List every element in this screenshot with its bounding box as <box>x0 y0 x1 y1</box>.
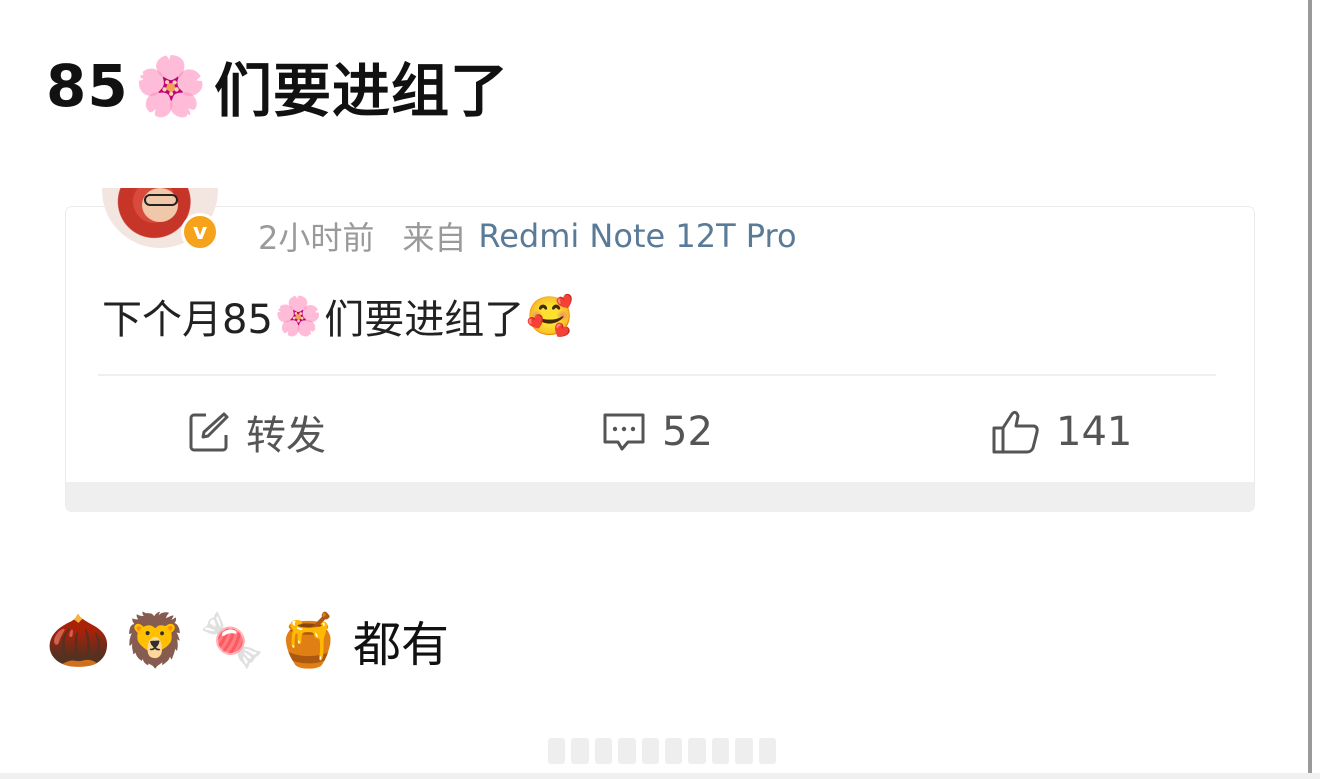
footer-caption: 🌰 🦁 🍬 🍯 都有 <box>46 608 450 674</box>
watermark <box>548 732 777 770</box>
post-time: 2小时前 <box>258 219 375 257</box>
honey-pot-emoji: 🍯 <box>276 610 341 671</box>
repost-button[interactable]: 转发 <box>186 406 326 459</box>
headline: 85 🌸 们要进组了 <box>46 46 509 126</box>
post-body: 下个月85 🌸 们要进组了 🥰 <box>102 288 576 344</box>
footer-text: 都有 <box>353 617 450 673</box>
post-text-before: 下个月85 <box>102 297 273 343</box>
lion-emoji: 🦁 <box>122 610 188 671</box>
candy-emoji: 🍬 <box>199 610 265 671</box>
comment-button[interactable]: 52 <box>600 406 713 458</box>
headline-prefix: 85 <box>46 52 129 120</box>
smiling-hearts-emoji: 🥰 <box>526 293 574 338</box>
bottom-band <box>0 773 1320 779</box>
comment-count: 52 <box>662 409 713 455</box>
thumbs-up-icon <box>992 410 1039 454</box>
verified-badge-icon: v <box>181 213 219 251</box>
comment-icon <box>603 413 645 451</box>
divider <box>98 374 1216 376</box>
avatar-glasses <box>144 194 178 206</box>
right-border <box>1308 0 1312 779</box>
like-count: 141 <box>1056 409 1133 455</box>
edit-square-icon <box>189 412 229 452</box>
quoted-post-card-footer <box>66 482 1254 512</box>
repost-label: 转发 <box>246 413 326 459</box>
headline-suffix: 们要进组了 <box>213 57 509 125</box>
cherry-blossom-emoji: 🌸 <box>274 293 323 338</box>
like-button[interactable]: 141 <box>990 406 1132 458</box>
post-text-after: 们要进组了 <box>324 297 525 343</box>
post-device-link[interactable]: Redmi Note 12T Pro <box>478 217 796 255</box>
post-meta: 2小时前 来自 Redmi Note 12T Pro <box>258 216 797 257</box>
chestnut-emoji: 🌰 <box>46 610 111 671</box>
cherry-blossom-emoji: 🌸 <box>134 51 208 120</box>
post-from-label: 来自 <box>402 219 467 257</box>
